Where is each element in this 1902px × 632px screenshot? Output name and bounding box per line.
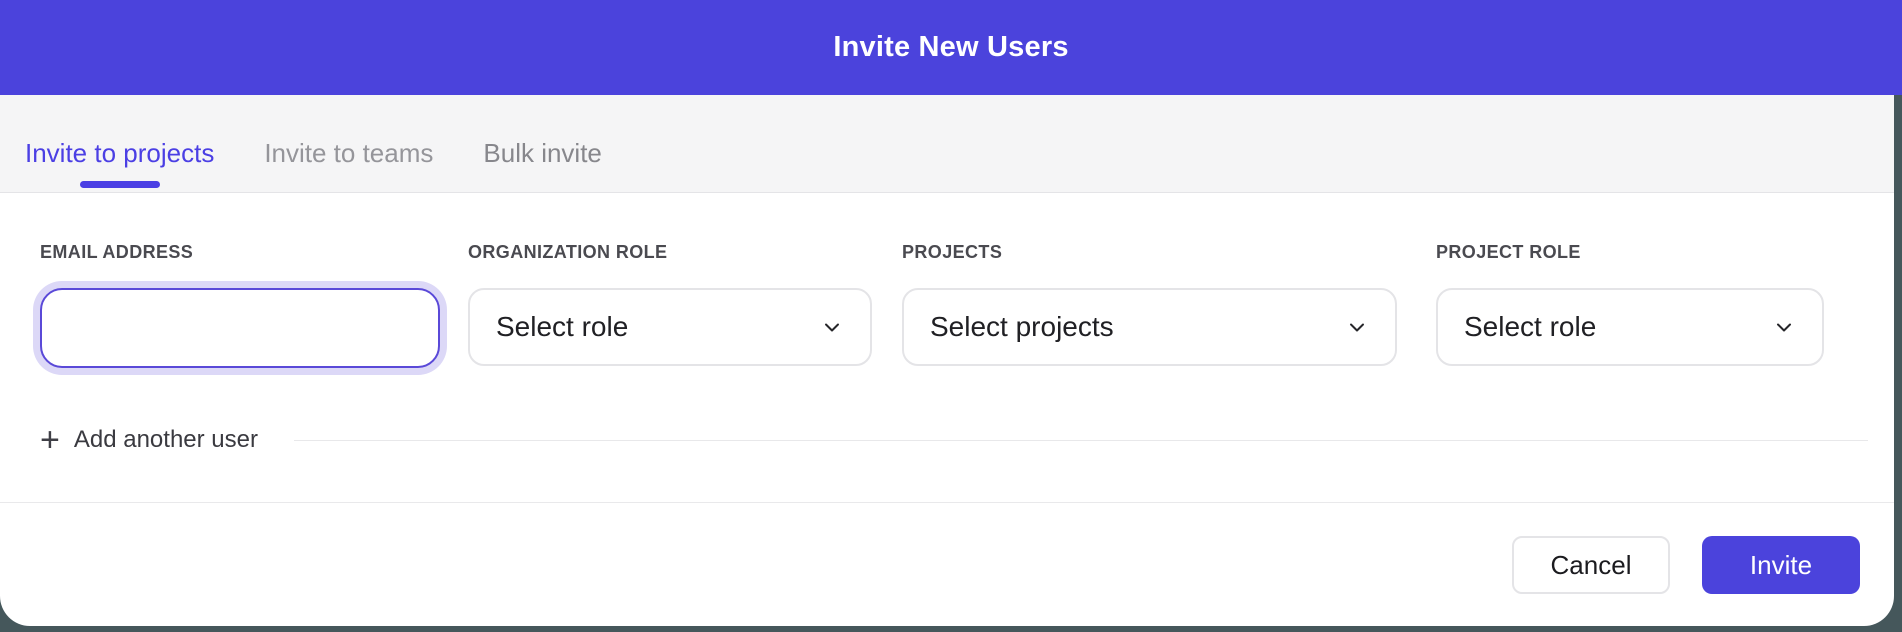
project-role-select[interactable]: Select role bbox=[1436, 288, 1824, 366]
projects-group: PROJECTS Select projects bbox=[902, 243, 1397, 366]
cancel-button[interactable]: Cancel bbox=[1512, 536, 1670, 594]
email-field-group: EMAIL ADDRESS bbox=[40, 243, 440, 368]
email-input[interactable] bbox=[40, 288, 440, 368]
add-user-row: + Add another user bbox=[40, 425, 1868, 455]
email-address-label: EMAIL ADDRESS bbox=[40, 243, 440, 261]
add-another-user-label: Add another user bbox=[74, 426, 258, 454]
invite-button[interactable]: Invite bbox=[1702, 536, 1860, 594]
select-value: Select projects bbox=[930, 311, 1114, 343]
chevron-down-icon bbox=[1345, 315, 1369, 339]
project-role-group: PROJECT ROLE Select role bbox=[1436, 243, 1824, 366]
tab-bar: Invite to projects Invite to teams Bulk … bbox=[0, 95, 1894, 193]
tab-invite-to-teams[interactable]: Invite to teams bbox=[264, 115, 433, 192]
tab-label: Bulk invite bbox=[483, 138, 602, 169]
footer-divider bbox=[0, 502, 1894, 503]
add-another-user-button[interactable]: + Add another user bbox=[40, 425, 258, 455]
active-tab-indicator bbox=[80, 181, 160, 188]
select-value: Select role bbox=[496, 311, 628, 343]
dialog-header: Invite New Users bbox=[0, 0, 1902, 95]
projects-label: PROJECTS bbox=[902, 243, 1397, 261]
tab-invite-to-projects[interactable]: Invite to projects bbox=[25, 115, 214, 192]
organization-role-label: ORGANIZATION ROLE bbox=[468, 243, 872, 261]
add-user-divider bbox=[294, 440, 1868, 441]
tab-label: Invite to projects bbox=[25, 138, 214, 169]
organization-role-group: ORGANIZATION ROLE Select role bbox=[468, 243, 872, 366]
chevron-down-icon bbox=[1772, 315, 1796, 339]
chevron-down-icon bbox=[820, 315, 844, 339]
page-background: { "dialog": { "title": "Invite New Users… bbox=[0, 0, 1902, 632]
dialog-footer: Cancel Invite bbox=[1512, 536, 1860, 594]
project-role-label: PROJECT ROLE bbox=[1436, 243, 1824, 261]
projects-select[interactable]: Select projects bbox=[902, 288, 1397, 366]
tab-label: Invite to teams bbox=[264, 138, 433, 169]
dialog-title: Invite New Users bbox=[833, 31, 1068, 64]
tab-bulk-invite[interactable]: Bulk invite bbox=[483, 115, 602, 192]
invite-dialog: Invite to projects Invite to teams Bulk … bbox=[0, 95, 1894, 626]
select-value: Select role bbox=[1464, 311, 1596, 343]
organization-role-select[interactable]: Select role bbox=[468, 288, 872, 366]
plus-icon: + bbox=[40, 425, 60, 455]
